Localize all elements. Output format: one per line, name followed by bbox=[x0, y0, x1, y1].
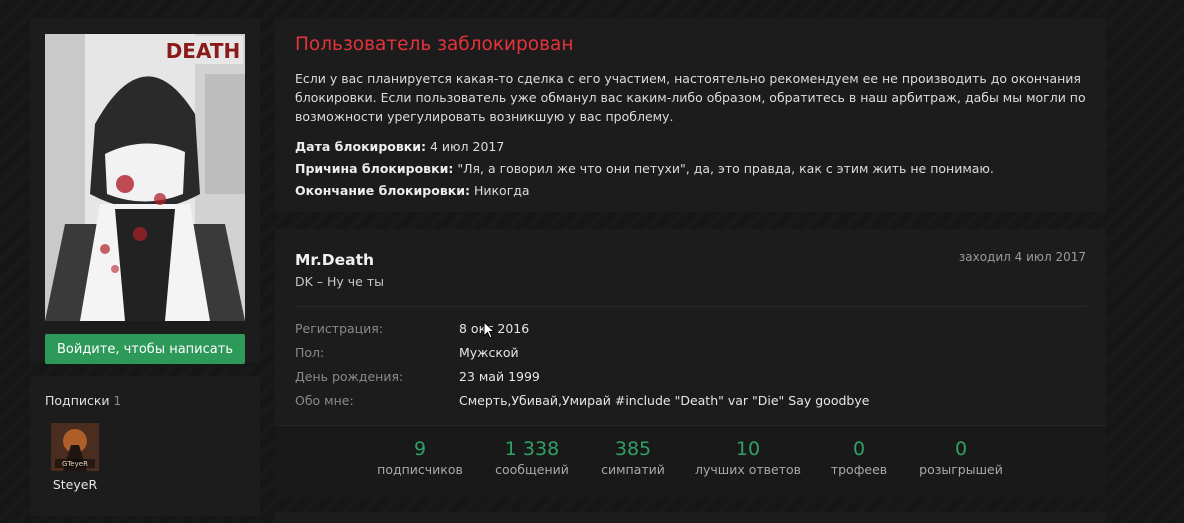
ban-title: Пользователь заблокирован bbox=[295, 34, 574, 55]
info-label: Обо мне: bbox=[295, 393, 354, 408]
stat-likes[interactable]: 385 симпатий bbox=[601, 438, 665, 477]
ban-end-label: Окончание блокировки: bbox=[295, 183, 470, 198]
stat-label: подписчиков bbox=[377, 462, 463, 477]
subscriptions-title: Подписки bbox=[45, 393, 110, 408]
avatar-image: DEATH bbox=[45, 34, 245, 321]
stat-best-answers[interactable]: 10 лучших ответов bbox=[695, 438, 801, 477]
avatar-panel: DEATH Войдите, чтобы написать bbox=[30, 18, 260, 364]
ban-end-value: Никогда bbox=[473, 183, 530, 198]
ban-notice: Пользователь заблокирован Если у вас пла… bbox=[275, 18, 1106, 212]
stat-value: 0 bbox=[852, 438, 866, 460]
write-message-button[interactable]: Войдите, чтобы написать bbox=[45, 334, 245, 364]
info-value: 23 май 1999 bbox=[459, 369, 540, 384]
subscription-user-name[interactable]: SteyeR bbox=[45, 477, 105, 492]
info-value: Мужской bbox=[459, 345, 519, 360]
stat-value: 9 bbox=[413, 438, 427, 460]
info-row-birthday: День рождения: 23 май 1999 bbox=[295, 365, 1086, 389]
stat-value: 10 bbox=[735, 438, 761, 460]
info-label: Регистрация: bbox=[295, 321, 384, 336]
ban-reason-value: "Ля, а говорил же что они петухи", да, э… bbox=[457, 161, 994, 176]
info-row-gender: Пол: Мужской bbox=[295, 341, 1086, 365]
ban-end-row: Окончание блокировки: Никогда bbox=[295, 180, 1086, 202]
info-label: Пол: bbox=[295, 345, 325, 360]
user-status: DK – Ну че ты bbox=[295, 274, 384, 289]
stat-label: лучших ответов bbox=[695, 462, 801, 477]
subscription-user-avatar[interactable]: GTeyeR bbox=[51, 423, 99, 471]
avatar-logo-text: DEATH bbox=[166, 39, 241, 63]
stat-value: 385 bbox=[614, 438, 652, 460]
stat-trophies[interactable]: 0 трофеев bbox=[831, 438, 887, 477]
profile-info-panel: Mr.Death DK – Ну че ты заходил 4 июл 201… bbox=[275, 229, 1106, 425]
profile-sidebar: DEATH Войдите, чтобы написать Подписки 1 … bbox=[30, 18, 260, 516]
ban-reason-row: Причина блокировки: "Ля, а говорил же чт… bbox=[295, 158, 1086, 180]
ban-date-value: 4 июл 2017 bbox=[429, 139, 505, 154]
stat-label: трофеев bbox=[830, 462, 888, 477]
last-seen: заходил 4 июл 2017 bbox=[958, 250, 1086, 264]
stat-messages[interactable]: 1 338 сообщений bbox=[495, 438, 569, 477]
user-avatar[interactable]: DEATH bbox=[45, 34, 245, 321]
subscriptions-count: 1 bbox=[113, 394, 122, 408]
stat-label: симпатий bbox=[601, 462, 665, 477]
ban-reason-label: Причина блокировки: bbox=[295, 161, 454, 176]
stat-value: 0 bbox=[954, 438, 968, 460]
ban-date-row: Дата блокировки: 4 июл 2017 bbox=[295, 136, 1086, 158]
info-row-about: Обо мне: Смерть,Убивай,Умирай #include "… bbox=[295, 389, 1086, 413]
subscriptions-panel: Подписки 1 GTeyeR SteyeR bbox=[30, 376, 260, 516]
subscriptions-header: Подписки 1 bbox=[45, 390, 245, 409]
info-row-registration: Регистрация: 8 окт 2016 bbox=[295, 317, 1086, 341]
stat-value: 1 338 bbox=[504, 438, 560, 460]
subscription-avatar-image: GTeyeR bbox=[51, 423, 99, 471]
ban-date-label: Дата блокировки: bbox=[295, 139, 426, 154]
mouse-cursor-icon bbox=[483, 321, 495, 339]
stat-followers[interactable]: 9 подписчиков bbox=[377, 438, 463, 477]
subscription-user[interactable]: GTeyeR SteyeR bbox=[45, 423, 105, 492]
stat-label: розыгрышей bbox=[919, 462, 1003, 477]
divider bbox=[295, 306, 1086, 307]
stats-bar: 9 подписчиков 1 338 сообщений 385 симпат… bbox=[275, 425, 1106, 497]
info-value: Смерть,Убивай,Умирай #include "Death" va… bbox=[459, 393, 870, 408]
stat-giveaways[interactable]: 0 розыгрышей bbox=[919, 438, 1003, 477]
info-label: День рождения: bbox=[295, 369, 404, 384]
stat-label: сообщений bbox=[495, 462, 569, 477]
next-section-panel bbox=[275, 512, 1106, 523]
subscription-avatar-text: GTeyeR bbox=[62, 460, 88, 468]
ban-description: Если у вас планируется какая-то сделка с… bbox=[295, 71, 1086, 124]
